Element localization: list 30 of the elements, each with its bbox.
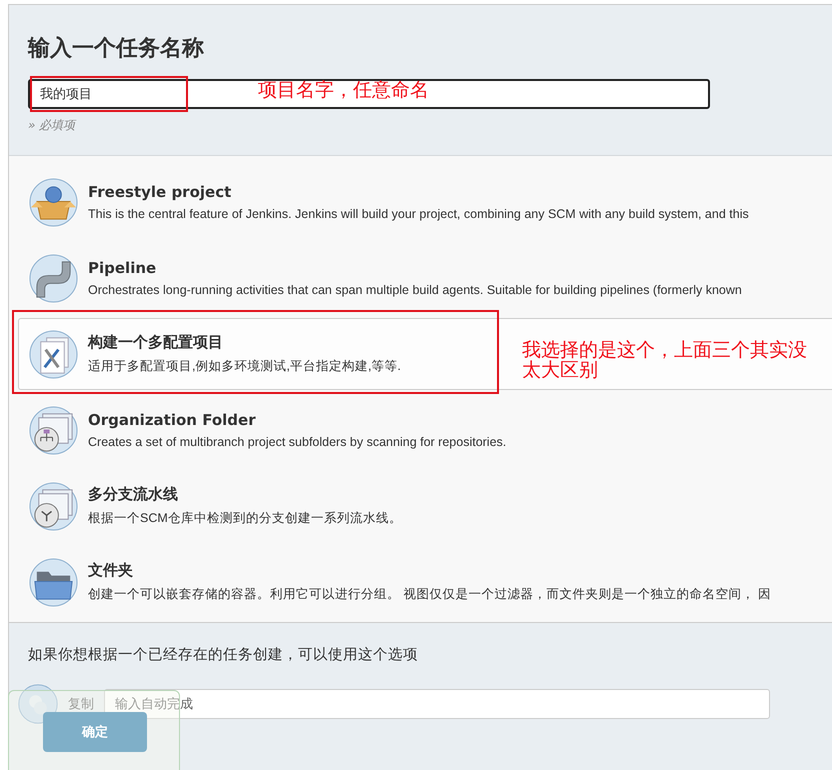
- item-type-option[interactable]: 文件夹 创建一个可以嵌套存储的容器。利用它可以进行分组。 视图仅仅是一个过滤器，而文件夹则是一个独立的命名空间， 因: [18, 546, 832, 618]
- required-hint: » 必填项: [28, 117, 78, 134]
- item-description: 适用于多配置项目,例如多环境测试,平台指定构建,等等.: [88, 358, 401, 375]
- item-title: Organization Folder: [88, 411, 257, 429]
- folder-icon: [29, 558, 78, 606]
- box-icon: [29, 178, 78, 226]
- item-type-option[interactable]: Freestyle project This is the central feature of Jenkins. Jenkins will build your project, combining any SCM with any build system, and this: [18, 166, 832, 238]
- item-type-option[interactable]: Organization Folder Creates a set of multibranch project subfolders by scanning for repositories.: [18, 394, 832, 466]
- item-title: Pipeline: [88, 259, 158, 277]
- item-description: Orchestrates long-running activities that can span multiple build agents. Suitable for building pipelines (formerly known: [88, 283, 742, 297]
- org-folder-icon: [29, 406, 78, 454]
- item-type-option[interactable]: Pipeline Orchestrates long-running activities that can span multiple build agents. Suitable for building pipelines (formerly known: [18, 242, 832, 314]
- item-title: 构建一个多配置项目: [88, 333, 224, 352]
- item-description: This is the central feature of Jenkins. Jenkins will build your project, combining any SCM with any build system, and this: [88, 207, 749, 221]
- copy-prompt: 如果你想根据一个已经存在的任务创建，可以使用这个选项: [28, 646, 419, 664]
- branch-folder-icon: [29, 482, 78, 530]
- annotation-text: 项目名字，任意命名: [258, 80, 429, 100]
- item-title: Freestyle project: [88, 183, 232, 201]
- item-title: 多分支流水线: [88, 485, 179, 504]
- pipe-icon: [29, 254, 78, 302]
- tools-icon: [29, 330, 78, 378]
- annotation-text: 我选择的是这个，上面三个其实没太大区别: [522, 340, 808, 380]
- copy-label: 复制: [68, 696, 94, 713]
- page-title: 输入一个任务名称: [28, 35, 205, 63]
- item-title: 文件夹: [88, 561, 134, 580]
- item-description: 创建一个可以嵌套存储的容器。利用它可以进行分组。 视图仅仅是一个过滤器，而文件夹则是一个独立的命名空间， 因: [88, 586, 771, 603]
- item-type-option[interactable]: 多分支流水线 根据一个SCM仓库中检测到的分支创建一系列流水线。: [18, 470, 832, 542]
- copy-from-field[interactable]: 输入自动完成: [104, 689, 770, 719]
- item-description: 根据一个SCM仓库中检测到的分支创建一系列流水线。: [88, 510, 402, 527]
- item-description: Creates a set of multibranch project subfolders by scanning for repositories.: [88, 435, 506, 449]
